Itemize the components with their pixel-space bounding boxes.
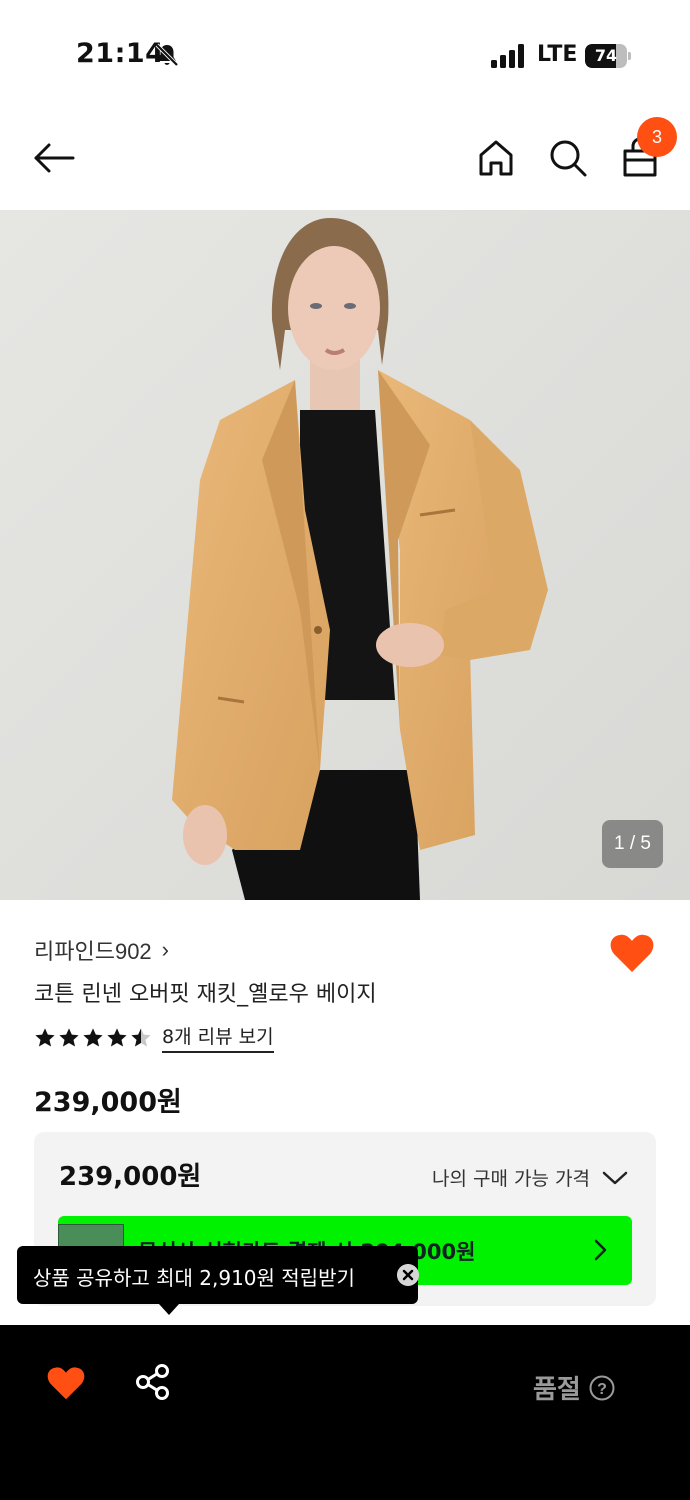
close-icon[interactable]: [397, 1264, 419, 1286]
purchasable-price-label: 나의 구매 가능 가격: [432, 1168, 590, 1190]
back-arrow-icon: [34, 143, 75, 173]
home-button[interactable]: [474, 136, 518, 180]
back-button[interactable]: [30, 138, 78, 178]
bottom-action-bar: 품절 ?: [0, 1325, 690, 1500]
help-icon: ?: [589, 1375, 615, 1400]
share-button[interactable]: [134, 1363, 172, 1401]
image-counter: 1 / 5: [602, 820, 663, 868]
search-button[interactable]: [546, 136, 590, 180]
share-icon: [136, 1364, 169, 1400]
product-name: 코튼 린넨 오버핏 재킷_옐로우 베이지: [34, 982, 377, 1007]
heart-icon: [47, 1367, 85, 1400]
model-jacket-illustration: [0, 210, 690, 900]
soldout-label: 품절: [533, 1375, 581, 1405]
rating-row: 8개 리뷰 보기: [34, 1022, 274, 1053]
share-reward-tooltip: 상품 공유하고 최대 2,910원 적립받기: [17, 1246, 419, 1315]
box-price: 239,000원: [59, 1162, 202, 1192]
star-icon: [35, 1027, 55, 1047]
help-glyph: ?: [597, 1381, 607, 1398]
signal-icon: [491, 44, 524, 68]
top-nav: [0, 110, 690, 210]
brand-name: 리파인드902: [34, 939, 152, 964]
star-icon: [131, 1027, 151, 1047]
product-image[interactable]: [0, 210, 690, 900]
rating-stars: [34, 1027, 152, 1049]
status-time: 21:14: [76, 38, 165, 69]
heart-icon: [610, 934, 654, 972]
bottom-wishlist-button[interactable]: [46, 1365, 86, 1401]
tooltip-text: 상품 공유하고 최대 2,910원 적립받기: [33, 1266, 355, 1290]
network-label: LTE: [537, 42, 578, 67]
bell-muted-icon: [155, 43, 179, 67]
cart-count-badge: 3: [637, 117, 677, 157]
battery-icon: 74: [585, 44, 631, 68]
chevron-right-icon: ›: [161, 937, 169, 962]
star-icon: [83, 1027, 103, 1047]
wishlist-button[interactable]: [609, 932, 655, 974]
review-link[interactable]: 8개 리뷰 보기: [162, 1022, 274, 1053]
status-bar: 21:14 LTE 74: [0, 0, 690, 110]
star-icon: [59, 1027, 79, 1047]
search-icon: [550, 140, 587, 177]
tooltip-tail: [159, 1304, 179, 1315]
purchasable-price-toggle[interactable]: 나의 구매 가능 가격: [432, 1164, 628, 1191]
product-price: 239,000원: [34, 1087, 182, 1118]
home-icon: [479, 140, 513, 176]
soldout-status[interactable]: 품절 ?: [533, 1369, 615, 1406]
battery-percent: 74: [594, 46, 618, 65]
brand-link[interactable]: 리파인드902 ›: [34, 934, 169, 966]
chevron-down-icon: [602, 1171, 628, 1184]
star-icon: [107, 1027, 127, 1047]
chevron-right-icon: [594, 1239, 607, 1261]
